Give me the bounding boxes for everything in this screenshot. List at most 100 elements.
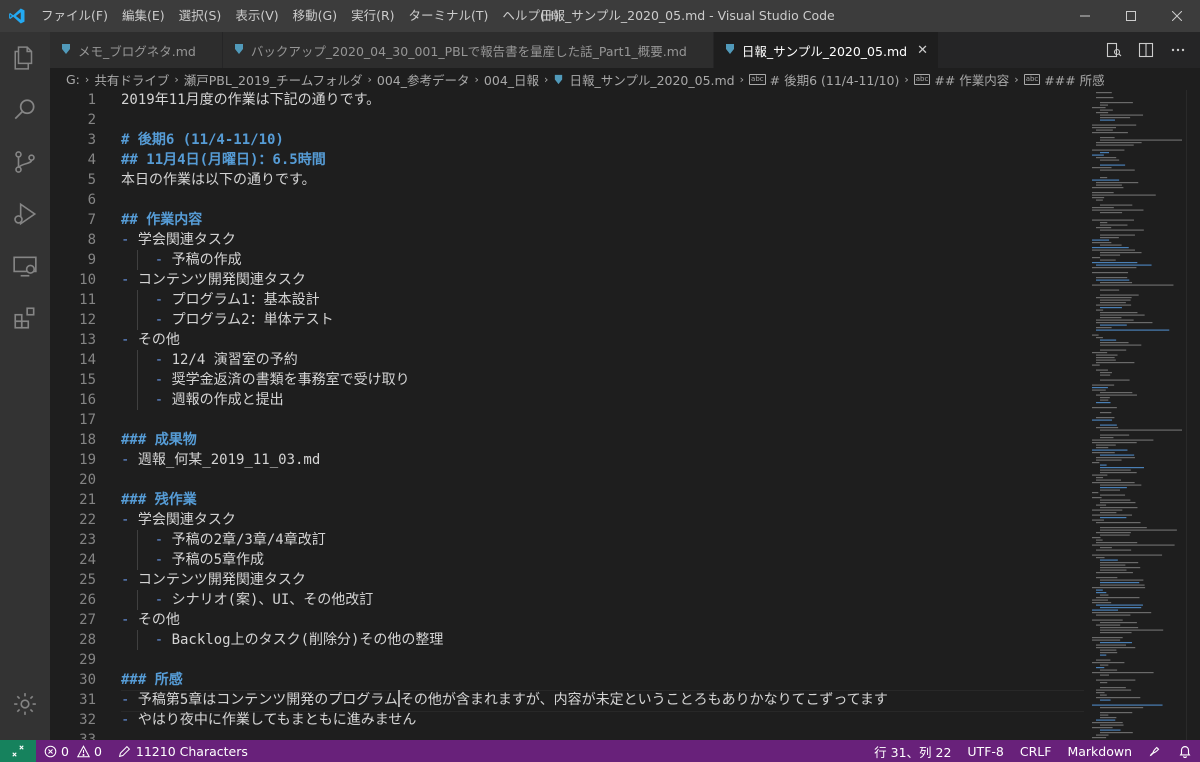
editor-text-area[interactable]: 1 2019年11月度の作業は下記の通りです。 2 3 # 後期6 (11/4-11/1… (50, 90, 1084, 740)
markdown-heading: ## 11月4日(月曜日)：6.5時間 (121, 152, 326, 168)
menu-item-0[interactable]: ファイル(F) (34, 0, 115, 32)
extensions-icon[interactable] (0, 292, 50, 344)
editor-line[interactable]: 32 - やはり夜中に作業してもまともに進みません (50, 710, 1084, 730)
minimap-line (1096, 719, 1116, 721)
editor-line[interactable]: 8 - 学会関連タスク (50, 230, 1084, 250)
line-number: 20 (79, 472, 96, 488)
editor-line[interactable]: 26 - シナリオ(案)、UI、その他改訂 (50, 590, 1084, 610)
editor-line[interactable]: 24 - 予稿の5章作成 (50, 550, 1084, 570)
encoding-selector[interactable]: UTF-8 (959, 740, 1011, 762)
minimap-line (1096, 362, 1135, 364)
run-debug-icon[interactable] (0, 188, 50, 240)
chevron-right-icon: › (367, 72, 372, 86)
more-actions-icon[interactable] (1164, 36, 1192, 64)
editor-line[interactable]: 28 - Backlog上のタスク(削除分)その他の整理 (50, 630, 1084, 650)
menu-item-1[interactable]: 編集(E) (115, 0, 172, 32)
menu-item-5[interactable]: 実行(R) (344, 0, 401, 32)
editor-line[interactable]: 13 - その他 (50, 330, 1084, 350)
remote-explorer-icon[interactable] (0, 240, 50, 292)
breadcrumb-item-0[interactable]: G: (66, 72, 80, 87)
editor-line[interactable]: 12 - プログラム2：単体テスト (50, 310, 1084, 330)
minimap-line (1100, 729, 1121, 731)
symbol-string-icon: abc (749, 73, 766, 85)
vertical-scrollbar[interactable] (1186, 90, 1200, 740)
breadcrumb-item-4[interactable]: 004_日報 (484, 70, 539, 89)
editor-line[interactable]: 1 2019年11月度の作業は下記の通りです。 (50, 90, 1084, 110)
editor-line[interactable]: 25 - コンテンツ開発関連タスク (50, 570, 1084, 590)
tab-0[interactable]: メモ_ブログネタ.md (50, 32, 223, 68)
settings-gear-icon[interactable] (0, 678, 50, 730)
minimap-line (1092, 364, 1100, 366)
split-editor-icon[interactable] (1132, 36, 1160, 64)
close-tab-icon[interactable]: ✕ (917, 43, 928, 58)
editor-line[interactable]: 5 本日の作業は以下の通りです。 (50, 170, 1084, 190)
breadcrumb-item-1[interactable]: 共有ドライブ (94, 70, 169, 89)
minimap-line (1100, 314, 1145, 316)
notifications-bell-icon[interactable] (1170, 740, 1200, 762)
menu-item-3[interactable]: 表示(V) (228, 0, 285, 32)
eol-selector[interactable]: CRLF (1012, 740, 1060, 762)
minimap-line (1100, 454, 1135, 456)
minimap-line (1100, 499, 1131, 501)
editor-line[interactable]: 22 - 学会関連タスク (50, 510, 1084, 530)
menu-item-4[interactable]: 移動(G) (286, 0, 344, 32)
remote-indicator-icon[interactable] (0, 740, 36, 762)
editor-line[interactable]: 6 (50, 190, 1084, 210)
search-icon[interactable] (0, 84, 50, 136)
character-count[interactable]: 11210 Characters (110, 740, 256, 762)
editor-line[interactable]: 15 - 奨学金返済の書類を事務室で受け取り (50, 370, 1084, 390)
language-mode[interactable]: Markdown (1059, 740, 1140, 762)
line-number: 4 (87, 152, 96, 168)
editor-line[interactable]: 2 (50, 110, 1084, 130)
line-number: 12 (79, 312, 96, 328)
editor-line[interactable]: 11 - プログラム1：基本設計 (50, 290, 1084, 310)
editor-line[interactable]: 4 ## 11月4日(月曜日)：6.5時間 (50, 150, 1084, 170)
editor-line[interactable]: 16 - 週報の作成と提出 (50, 390, 1084, 410)
editor-line[interactable]: 18 ### 成果物 (50, 430, 1084, 450)
editor-line[interactable]: 7 ## 作業内容 (50, 210, 1084, 230)
breadcrumb: G: › 共有ドライブ › 瀬戸PBL_2019_チームフォルダ › 004_参考データ › 0… (50, 68, 1200, 90)
problems-indicator[interactable]: 0 0 (36, 740, 110, 762)
line-number: 14 (79, 352, 96, 368)
maximize-button[interactable] (1108, 0, 1154, 32)
minimap-line (1096, 182, 1139, 184)
menu-item-2[interactable]: 選択(S) (172, 0, 229, 32)
minimap-line (1096, 557, 1105, 559)
minimize-button[interactable] (1062, 0, 1108, 32)
editor-line[interactable]: 21 ### 残作業 (50, 490, 1084, 510)
feedback-icon[interactable] (1140, 740, 1170, 762)
editor-line[interactable]: 10 - コンテンツ開発関連タスク (50, 270, 1084, 290)
close-window-button[interactable] (1154, 0, 1200, 32)
editor-line[interactable]: 27 - その他 (50, 610, 1084, 630)
editor-line[interactable]: 19 - 週報_何某_2019_11_03.md (50, 450, 1084, 470)
breadcrumb-item-8[interactable]: abc ### 所感 (1023, 70, 1105, 89)
breadcrumb-item-7[interactable]: abc ## 作業内容 (913, 70, 1009, 89)
breadcrumb-item-5[interactable]: 日報_サンプル_2020_05.md (553, 70, 735, 89)
editor-line[interactable]: 30 ### 所感 (50, 670, 1084, 690)
minimap-line (1096, 457, 1135, 459)
breadcrumb-item-6[interactable]: abc # 後期6 (11/4-11/10) (749, 70, 899, 89)
minimap[interactable] (1088, 90, 1186, 740)
window-controls (1062, 0, 1200, 32)
editor-line[interactable]: 17 (50, 410, 1084, 430)
cursor-position[interactable]: 行 31、列 22 (866, 740, 959, 762)
editor-line[interactable]: 20 (50, 470, 1084, 490)
minimap-line (1092, 247, 1129, 249)
source-control-icon[interactable] (0, 136, 50, 188)
editor-line[interactable]: 33 (50, 730, 1084, 740)
editor-line[interactable]: 23 - 予稿の2章/3章/4章改訂 (50, 530, 1084, 550)
editor-line[interactable]: 31 - 予稿第5章はコンテンツ開発のプログラム その他が含まれますが、内容が未定と… (50, 690, 1084, 712)
minimap-line (1100, 102, 1133, 104)
breadcrumb-item-2[interactable]: 瀬戸PBL_2019_チームフォルダ (184, 70, 363, 89)
menu-item-6[interactable]: ターミナル(T) (402, 0, 496, 32)
editor-line[interactable]: 9 - 予稿の作成 (50, 250, 1084, 270)
breadcrumb-item-3[interactable]: 004_参考データ (377, 70, 470, 89)
explorer-icon[interactable] (0, 32, 50, 84)
tab-2[interactable]: 日報_サンプル_2020_05.md ✕ (713, 32, 939, 68)
tab-1[interactable]: バックアップ_2020_04_30_001_PBLで報告書を量産した話_Part… (222, 32, 714, 68)
markdown-heading: ## 作業内容 (121, 212, 203, 228)
open-preview-icon[interactable] (1100, 36, 1128, 64)
editor-line[interactable]: 14 - 12/4 演習室の予約 (50, 350, 1084, 370)
editor-line[interactable]: 3 # 後期6 (11/4-11/10) (50, 130, 1084, 150)
editor-line[interactable]: 29 (50, 650, 1084, 670)
